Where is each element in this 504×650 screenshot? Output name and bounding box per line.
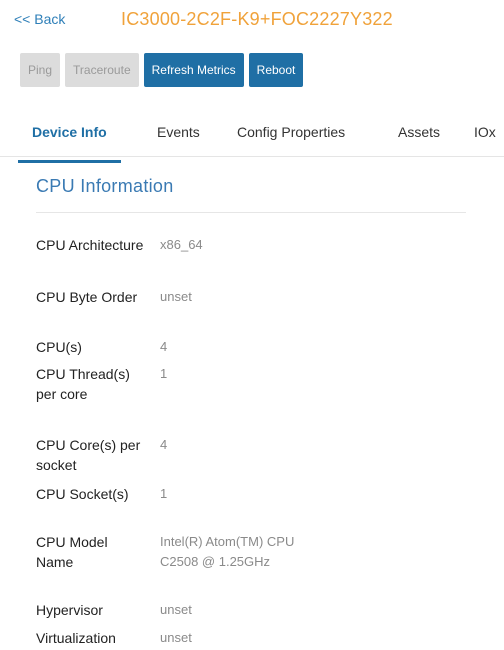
kv-value: 1 [160,486,168,501]
kv-value: unset [160,630,192,645]
kv-key: CPU Byte Order [36,289,138,305]
tab-iox[interactable]: IOx [474,117,496,163]
reboot-button[interactable]: Reboot [248,53,304,87]
tab-config-properties[interactable]: Config Properties [237,117,345,163]
tab-events[interactable]: Events [157,117,200,163]
kv-value: 4 [160,339,168,354]
tab-device-info[interactable]: Device Info [18,117,121,163]
kv-key: CPU Core(s) per socket [36,437,141,473]
kv-key: CPU Model Name [36,534,108,570]
kv-value: 1 [160,366,168,381]
refresh-metrics-button[interactable]: Refresh Metrics [143,53,244,87]
back-link[interactable]: << Back [14,11,65,27]
kv-key: CPU(s) [36,339,82,355]
tab-bar: Device Info Events Config Properties Ass… [0,108,504,163]
device-title: IC3000-2C2F-K9+FOC2227Y322 [121,9,393,29]
kv-value: x86_64 [160,237,203,252]
top-bar: << Back IC3000-2C2F-K9+FOC2227Y322 [14,9,494,31]
ping-button[interactable]: Ping [20,53,61,87]
kv-key: CPU Architecture [36,237,144,253]
traceroute-button[interactable]: Traceroute [65,53,139,87]
section-title: CPU Information [36,176,174,196]
kv-value: Intel(R) Atom(TM) CPU C2508 @ 1.25GHz [160,534,295,569]
kv-value: 4 [160,437,168,452]
kv-key: Virtualization [36,630,116,646]
kv-value: unset [160,602,192,617]
kv-value: unset [160,289,192,304]
kv-key: Hypervisor [36,602,103,618]
section-divider [36,212,466,213]
kv-key: CPU Socket(s) [36,486,129,502]
tab-assets[interactable]: Assets [398,117,440,163]
kv-key: CPU Thread(s) per core [36,366,130,402]
action-toolbar: Ping Traceroute Refresh Metrics Reboot [20,53,304,87]
